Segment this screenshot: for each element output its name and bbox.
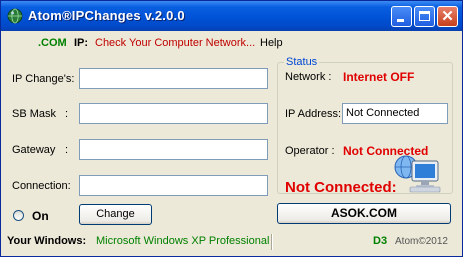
status-divider <box>271 234 273 250</box>
connection-state: Not Connected: <box>285 179 397 196</box>
connection-input[interactable] <box>80 176 267 195</box>
menu-bar: .COM IP: Check Your Computer Network... … <box>2 31 461 53</box>
gateway-field[interactable] <box>79 139 268 160</box>
on-radio-label[interactable]: On <box>32 209 49 223</box>
copyright-label: Atom©2012 <box>395 236 448 247</box>
connection-field[interactable] <box>79 175 268 196</box>
sb-mask-input[interactable] <box>80 104 267 123</box>
asok-button[interactable]: ASOK.COM <box>277 203 451 224</box>
title-bar[interactable]: Atom®IPChanges v.2.0.0 ✕ <box>1 1 462 31</box>
network-label: Network : <box>285 71 332 83</box>
operator-label: Operator : <box>285 145 335 157</box>
close-button[interactable]: ✕ <box>437 6 458 27</box>
app-window: Atom®IPChanges v.2.0.0 ✕ .COM IP: Check … <box>0 0 463 257</box>
gateway-colon: : <box>65 144 69 156</box>
ip-address-value: Not Connected <box>342 103 448 124</box>
sb-mask-colon: : <box>65 108 69 120</box>
minimize-button[interactable] <box>391 6 412 27</box>
menu-com[interactable]: .COM <box>38 37 67 49</box>
close-icon: ✕ <box>441 8 454 25</box>
sb-mask-field[interactable] <box>79 103 268 124</box>
ip-address-label: IP Address: <box>285 108 342 120</box>
change-button[interactable]: Change <box>79 204 152 225</box>
sb-mask-label: SB Mask <box>12 108 57 120</box>
computer-network-icon <box>394 155 441 193</box>
window-title: Atom®IPChanges v.2.0.0 <box>28 8 185 23</box>
status-legend: Status <box>284 56 320 68</box>
windows-version: Microsoft Windows XP Professional <box>96 235 270 247</box>
menu-help[interactable]: Help <box>260 37 283 49</box>
gateway-input[interactable] <box>80 140 267 159</box>
connection-label: Connection: <box>12 180 71 192</box>
menu-ip[interactable]: IP: <box>74 37 88 49</box>
network-status: Internet OFF <box>343 70 415 84</box>
on-radio[interactable] <box>13 210 24 221</box>
d3-label: D3 <box>373 235 388 247</box>
maximize-icon <box>419 11 430 21</box>
gateway-label: Gateway <box>12 144 56 156</box>
globe-icon <box>7 8 23 24</box>
ip-change-input[interactable] <box>80 69 267 88</box>
ip-change-label: IP Change's: <box>12 73 75 85</box>
minimize-icon <box>397 19 404 22</box>
menu-check-network[interactable]: Check Your Computer Network... <box>95 37 255 49</box>
maximize-button[interactable] <box>414 6 435 27</box>
windows-label: Your Windows: <box>7 235 87 247</box>
ip-change-field[interactable] <box>79 68 268 89</box>
status-bar: Your Windows: Microsoft Windows XP Profe… <box>2 230 461 256</box>
